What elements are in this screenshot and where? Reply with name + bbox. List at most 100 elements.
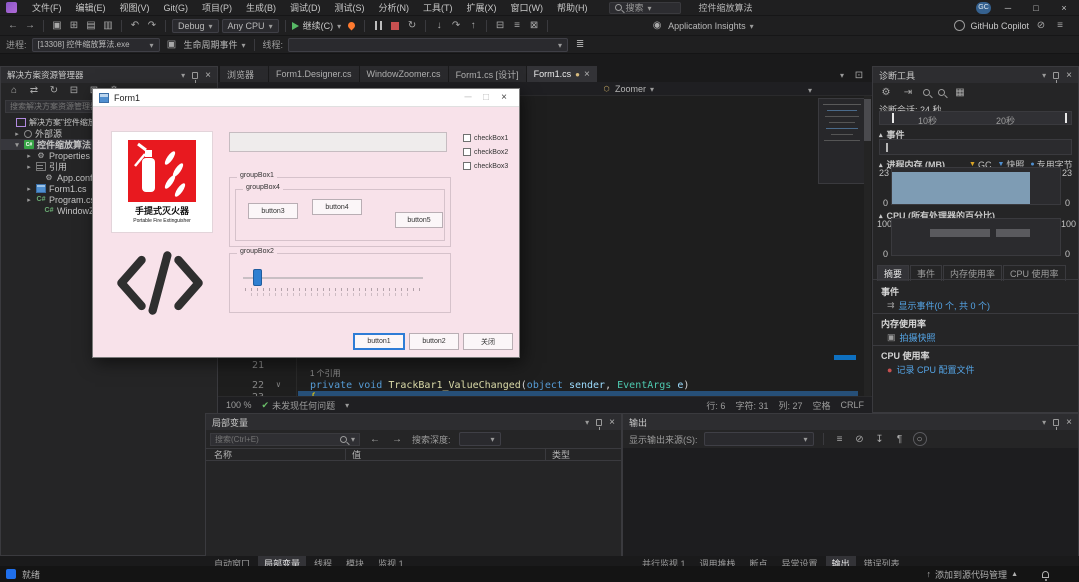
- pin-icon[interactable]: [192, 71, 199, 83]
- take-snapshot-link[interactable]: ▣ 拍摄快照: [887, 331, 936, 344]
- stop-monitoring-icon[interactable]: ○: [912, 432, 927, 446]
- menu-analyze[interactable]: 分析(N): [372, 1, 417, 14]
- lifecycle-events-button[interactable]: 生命周期事件: [184, 38, 246, 51]
- zoom-out-icon[interactable]: [938, 88, 945, 96]
- close-icon[interactable]: [1066, 417, 1072, 428]
- break-all-icon[interactable]: [371, 19, 385, 33]
- dialog-minimize-button[interactable]: ─: [459, 92, 477, 103]
- code-health-indicator[interactable]: ✔ 未发现任何问题: [262, 399, 336, 412]
- tab-windowzoomer[interactable]: WindowZoomer.cs: [359, 66, 448, 82]
- dialog-close-button[interactable]: ×: [495, 92, 513, 103]
- timeline-ruler[interactable]: 10秒 20秒: [879, 111, 1072, 126]
- undo-icon[interactable]: ↶: [128, 19, 142, 33]
- button1[interactable]: button1: [353, 333, 405, 350]
- pin-icon[interactable]: [1053, 418, 1060, 430]
- prev-icon[interactable]: ←: [368, 432, 382, 446]
- collapse-region-icon[interactable]: ∨: [276, 380, 281, 389]
- output-source-dropdown[interactable]: [703, 432, 814, 446]
- restart-icon[interactable]: ↻: [405, 19, 419, 33]
- bookmark-icon[interactable]: ⊠: [527, 19, 541, 33]
- tab-form1-designer[interactable]: Form1.Designer.cs: [269, 66, 359, 82]
- tab-form1-cs[interactable]: Form1.cs ●: [526, 66, 597, 82]
- cursor-col[interactable]: 列: 27: [778, 399, 802, 412]
- continue-button[interactable]: 继续(C): [291, 19, 342, 32]
- word-wrap-icon[interactable]: ↧: [873, 432, 887, 446]
- menu-help[interactable]: 帮助(H): [550, 1, 595, 14]
- column-value[interactable]: 值: [346, 448, 546, 461]
- menu-test[interactable]: 测试(S): [328, 1, 372, 14]
- locals-search-input[interactable]: [215, 434, 336, 444]
- codelens-references[interactable]: 1 个引用: [310, 368, 341, 379]
- menu-extensions[interactable]: 扩展(X): [460, 1, 504, 14]
- lifecycle-icon[interactable]: ▣: [165, 38, 179, 52]
- stop-debug-icon[interactable]: [388, 19, 402, 33]
- scrollbar-thumb[interactable]: [864, 99, 871, 141]
- trackbar-channel[interactable]: [243, 277, 423, 279]
- close-icon[interactable]: [205, 70, 211, 81]
- back-icon[interactable]: ←: [6, 19, 20, 33]
- close-tab-icon[interactable]: [584, 69, 590, 80]
- new-file-icon[interactable]: ▣: [50, 19, 64, 33]
- button2[interactable]: button2: [409, 333, 459, 350]
- export-icon[interactable]: ⇥: [901, 85, 915, 99]
- button3[interactable]: button3: [248, 203, 298, 219]
- toggle-autoscroll-icon[interactable]: ¶: [893, 432, 907, 446]
- feedback-icon[interactable]: [6, 569, 16, 579]
- navbar-member-dropdown[interactable]: [808, 85, 812, 95]
- add-to-source-control-button[interactable]: ↑ 添加到源代码管理 ▲: [927, 568, 1018, 581]
- pin-icon[interactable]: [1053, 71, 1060, 83]
- locals-search-box[interactable]: [210, 432, 360, 446]
- minimap[interactable]: [818, 98, 866, 184]
- close-form-button[interactable]: 关闭: [463, 333, 513, 350]
- copilot-chat-icon[interactable]: ≡: [1053, 19, 1067, 33]
- clear-all-icon[interactable]: ⊘: [853, 432, 867, 446]
- minimize-button[interactable]: ─: [997, 1, 1019, 15]
- gc-monitor-badge[interactable]: GC: [976, 1, 991, 14]
- comment-icon[interactable]: ≡: [510, 19, 524, 33]
- chevron-down-icon[interactable]: [345, 400, 349, 410]
- menu-git[interactable]: Git(G): [157, 3, 196, 13]
- cursor-char[interactable]: 字符: 31: [735, 399, 768, 412]
- checkbox1[interactable]: checkBox1: [463, 134, 508, 142]
- navbar-class-dropdown[interactable]: ⬡ Zoomer: [602, 84, 654, 94]
- find-in-files-icon[interactable]: ⊟: [493, 19, 507, 33]
- tab-form1-design[interactable]: Form1.cs [设计]: [448, 66, 526, 82]
- tab-browser[interactable]: 浏览器: [220, 66, 268, 82]
- checkbox2[interactable]: checkBox2: [463, 148, 508, 156]
- switch-views-icon[interactable]: ⇄: [27, 84, 41, 98]
- hot-reload-icon[interactable]: [344, 19, 358, 33]
- chevron-down-icon[interactable]: [1042, 70, 1046, 80]
- maximize-button[interactable]: □: [1025, 1, 1047, 15]
- close-icon[interactable]: [609, 417, 615, 428]
- tab-list-icon[interactable]: [840, 70, 844, 80]
- checkbox3[interactable]: checkBox3: [463, 162, 508, 170]
- app-insights-button[interactable]: ◉ Application Insights: [650, 19, 754, 33]
- chevron-down-icon[interactable]: [181, 70, 185, 80]
- output-log-body[interactable]: [623, 448, 1078, 556]
- copilot-cluster[interactable]: GitHub Copilot ⊘ ≡: [954, 19, 1073, 33]
- menu-build[interactable]: 生成(B): [239, 1, 283, 14]
- zoom-in-icon[interactable]: [923, 88, 930, 96]
- menu-tools[interactable]: 工具(T): [416, 1, 460, 14]
- stack-frame-icon[interactable]: ≣: [573, 38, 587, 52]
- dialog-maximize-button[interactable]: □: [477, 92, 495, 103]
- copilot-lock-icon[interactable]: ⊘: [1034, 19, 1048, 33]
- locals-grid-body[interactable]: [206, 461, 621, 556]
- record-cpu-link[interactable]: ● 记录 CPU 配置文件: [887, 363, 974, 376]
- thread-dropdown[interactable]: [288, 37, 569, 52]
- indent-mode[interactable]: 空格: [812, 399, 830, 412]
- open-file-icon[interactable]: ⊞: [67, 19, 81, 33]
- gear-icon[interactable]: ⚙: [879, 85, 893, 99]
- form1-title-bar[interactable]: Form1 ─ □ ×: [93, 89, 519, 107]
- refresh-icon[interactable]: ↻: [47, 84, 61, 98]
- step-into-icon[interactable]: ↓: [432, 19, 446, 33]
- save-all-icon[interactable]: ▥: [101, 19, 115, 33]
- quick-search-box[interactable]: 搜索: [608, 1, 681, 14]
- chart-icon[interactable]: ▦: [953, 85, 967, 99]
- menu-window[interactable]: 窗口(W): [504, 1, 551, 14]
- chevron-down-icon[interactable]: [1042, 417, 1046, 427]
- chevron-down-icon[interactable]: [585, 417, 589, 427]
- process-dropdown[interactable]: [13308] 控件缩放算法.exe: [31, 37, 160, 52]
- form-textbox[interactable]: [229, 132, 447, 152]
- trackbar-thumb[interactable]: [253, 269, 262, 286]
